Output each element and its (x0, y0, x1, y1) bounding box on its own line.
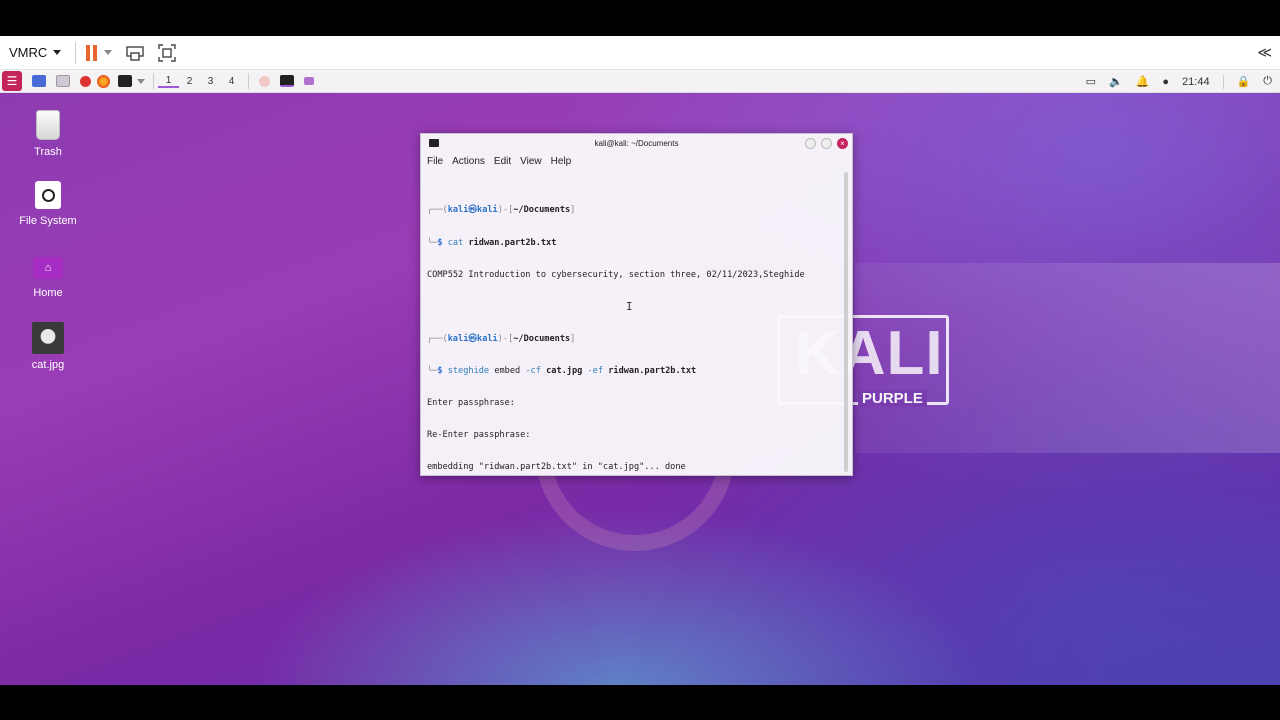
command-line: └─$ cat ridwan.part2b.txt (427, 237, 557, 248)
pause-options-chevron-icon[interactable] (104, 50, 113, 55)
desktop-icon-label: Home (33, 287, 63, 299)
terminal-window[interactable]: kali@kali: ~/Documents × File Actions Ed… (420, 133, 853, 476)
workspace-2[interactable]: 2 (179, 76, 200, 87)
letterbox-top (0, 0, 1280, 36)
drive-icon (35, 181, 61, 209)
output-line: embedding "ridwan.part2b.txt" in "cat.jp… (427, 462, 686, 472)
desktop-icon-trash[interactable]: Trash (3, 110, 93, 158)
clock[interactable]: 21:44 (1182, 76, 1210, 88)
workspace-4[interactable]: 4 (221, 76, 242, 87)
close-button[interactable]: × (837, 138, 848, 149)
taskbar-terminal-icon[interactable] (280, 75, 294, 87)
terminal-titlebar[interactable]: kali@kali: ~/Documents × (421, 134, 852, 153)
vmrc-toolbar: VMRC (0, 36, 1280, 70)
desktop-icon-label: cat.jpg (31, 359, 65, 371)
desktop-icon-file-system[interactable]: File System (3, 181, 93, 227)
desktop-icon-label: File System (19, 215, 77, 227)
kali-menu-icon[interactable]: ☰ (2, 71, 22, 91)
panel-divider (248, 73, 249, 89)
system-tray: ▭ 🔈 🔔 ● 21:44 🔒 ⏻ (1086, 70, 1280, 93)
menu-help[interactable]: Help (551, 156, 572, 167)
tray-divider (1222, 74, 1224, 89)
output-line: Re-Enter passphrase: (427, 430, 531, 441)
lock-icon[interactable]: 🔒 (1237, 75, 1251, 88)
collapse-toolbar-icon[interactable]: ≪ (1257, 44, 1272, 61)
menu-edit[interactable]: Edit (494, 156, 511, 167)
desktop-icon-home[interactable]: ⌂ Home (3, 253, 93, 299)
firefox-icon[interactable] (97, 74, 110, 88)
display-icon[interactable]: ▭ (1086, 75, 1096, 88)
taskbar-folder-icon[interactable] (304, 77, 314, 85)
menu-view[interactable]: View (520, 156, 542, 167)
prompt-line: ┌──(kali㉿kali)-[~/Documents] (427, 205, 576, 216)
terminal-menubar: File Actions Edit View Help (421, 153, 852, 170)
vmrc-menu-button[interactable]: VMRC (0, 36, 62, 69)
file-manager-icon[interactable] (56, 75, 70, 87)
minimize-button[interactable] (805, 138, 816, 149)
workspace-3[interactable]: 3 (200, 76, 221, 87)
terminal-launcher-chevron-icon[interactable] (137, 78, 145, 84)
window-title: kali@kali: ~/Documents (594, 139, 679, 148)
kali-top-panel: ☰ 1 2 3 4 ▭ 🔈 🔔 ● 21:44 🔒 ⏻ (0, 70, 1280, 93)
ibeam-cursor-icon: I (626, 300, 633, 313)
show-desktop-icon[interactable] (32, 75, 46, 87)
workspace-1[interactable]: 1 (158, 75, 179, 88)
maximize-button[interactable] (821, 138, 832, 149)
menu-file[interactable]: File (427, 156, 443, 167)
vmrc-menu-label: VMRC (9, 45, 48, 60)
pause-icon[interactable] (86, 44, 98, 61)
output-line: COMP552 Introduction to cybersecurity, s… (427, 269, 805, 280)
desktop-icon-cat-jpg[interactable]: cat.jpg (3, 322, 93, 371)
terminal-output[interactable]: ┌──(kali㉿kali)-[~/Documents] └─$ cat rid… (427, 184, 842, 472)
image-thumbnail-icon (32, 322, 64, 354)
network-icon[interactable]: ● (1162, 76, 1169, 88)
letterbox-bottom (0, 685, 1280, 720)
terminal-scrollbar[interactable] (844, 172, 848, 472)
workspace-switcher: 1 2 3 4 (153, 73, 242, 89)
toolbar-divider (75, 41, 77, 64)
volume-icon[interactable]: 🔈 (1109, 75, 1123, 88)
text-editor-icon[interactable] (80, 75, 91, 87)
menu-actions[interactable]: Actions (452, 156, 485, 167)
taskbar-app-icon[interactable] (259, 75, 270, 87)
prompt-line: ┌──(kali㉿kali)-[~/Documents] (427, 333, 576, 344)
home-folder-icon: ⌂ (33, 257, 63, 279)
trash-icon (36, 110, 60, 140)
wallpaper-brand-sub: PURPLE (858, 390, 927, 407)
command-line: └─$ steghide embed -cf cat.jpg -ef ridwa… (427, 365, 697, 376)
terminal-icon (429, 139, 439, 147)
chevron-down-icon (53, 50, 62, 55)
terminal-launcher-icon[interactable] (118, 75, 132, 87)
send-ctrl-alt-del-icon[interactable] (126, 44, 144, 62)
fullscreen-icon[interactable] (158, 43, 176, 62)
power-icon[interactable]: ⏻ (1263, 75, 1272, 88)
desktop-icon-label: Trash (34, 146, 62, 158)
notification-bell-icon[interactable]: 🔔 (1136, 75, 1150, 88)
output-line: Enter passphrase: (427, 397, 515, 408)
